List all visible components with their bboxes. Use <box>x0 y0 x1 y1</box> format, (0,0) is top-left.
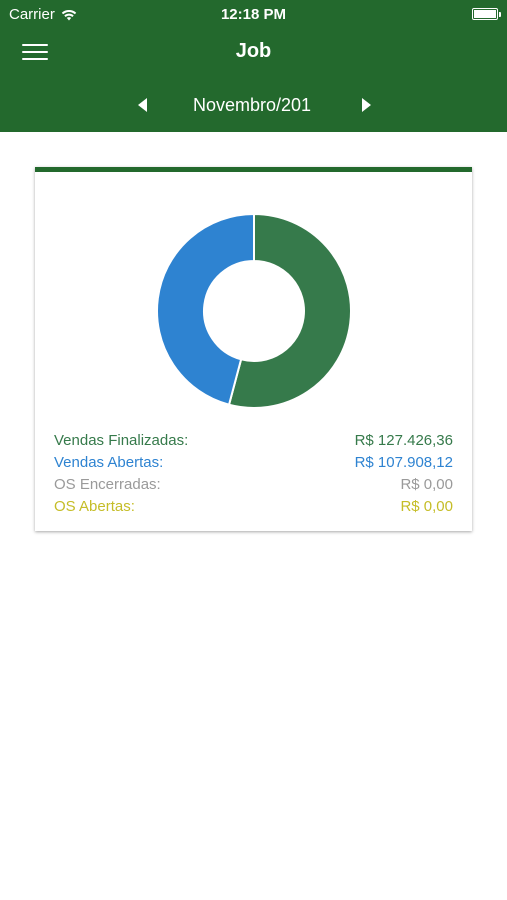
legend-value: R$ 127.426,36 <box>354 432 453 449</box>
status-bar: Carrier 12:18 PM <box>0 0 507 28</box>
header: Carrier 12:18 PM Job Novembro/201 <box>0 0 507 132</box>
legend-row-vendas-finalizadas: Vendas Finalizadas: R$ 127.426,36 <box>54 430 453 452</box>
donut-chart <box>156 212 352 409</box>
current-month-label: Novembro/201 <box>193 95 312 115</box>
legend-row-os-encerradas: OS Encerradas: R$ 0,00 <box>54 474 453 496</box>
next-month-button[interactable] <box>358 96 374 114</box>
legend-row-vendas-abertas: Vendas Abertas: R$ 107.908,12 <box>54 452 453 474</box>
triangle-left-icon <box>138 98 147 112</box>
battery-icon <box>472 8 501 20</box>
legend-value: R$ 0,00 <box>400 476 453 493</box>
summary-legend: Vendas Finalizadas: R$ 127.426,36 Vendas… <box>54 430 453 518</box>
month-navigator: Novembro/201 <box>0 93 507 117</box>
legend-row-os-abertas: OS Abertas: R$ 0,00 <box>54 496 453 518</box>
legend-label: Vendas Finalizadas: <box>54 432 189 449</box>
status-time: 12:18 PM <box>220 6 287 23</box>
legend-label: OS Abertas: <box>54 498 135 515</box>
triangle-right-icon <box>362 98 371 112</box>
previous-month-button[interactable] <box>135 96 151 114</box>
sales-summary-card: Vendas Finalizadas: R$ 127.426,36 Vendas… <box>35 167 472 531</box>
legend-label: OS Encerradas: <box>54 476 161 493</box>
legend-value: R$ 0,00 <box>400 498 453 515</box>
legend-value: R$ 107.908,12 <box>354 454 453 471</box>
page-title: Job <box>235 40 272 62</box>
legend-label: Vendas Abertas: <box>54 454 164 471</box>
